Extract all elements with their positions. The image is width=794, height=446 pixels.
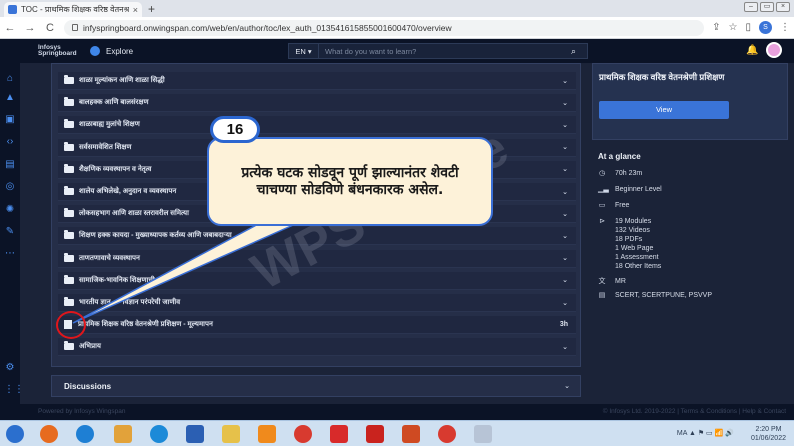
highlight-circle [56,311,86,339]
clock[interactable]: 2:20 PM 01/06/2022 [751,425,786,443]
start-button-icon[interactable] [6,425,24,443]
step-number-badge: 16 [210,116,260,143]
chrome-profile-icon[interactable] [438,425,456,443]
word-icon[interactable] [186,425,204,443]
clock-time: 2:20 PM [755,426,782,433]
instruction-callout: प्रत्येक घटक सोडवून पूर्ण झाल्यानंतर शेव… [207,137,493,226]
clock-date: 01/06/2022 [750,435,786,442]
firefox-icon[interactable] [40,425,58,443]
file-explorer-icon[interactable] [222,425,240,443]
windows-taskbar: MA ▲ ⚑ ▭ 📶 🔊 2:20 PM 01/06/2022 [0,420,794,446]
media-player-icon[interactable] [114,425,132,443]
system-tray[interactable]: MA ▲ ⚑ ▭ 📶 🔊 [677,429,734,437]
internet-explorer-icon[interactable] [76,425,94,443]
vlc-icon[interactable] [258,425,276,443]
app-icon[interactable] [330,425,348,443]
chrome-icon[interactable] [294,425,312,443]
edge-icon[interactable] [150,425,168,443]
acrobat-icon[interactable] [366,425,384,443]
powerpoint-icon[interactable] [402,425,420,443]
tools-icon[interactable] [474,425,492,443]
